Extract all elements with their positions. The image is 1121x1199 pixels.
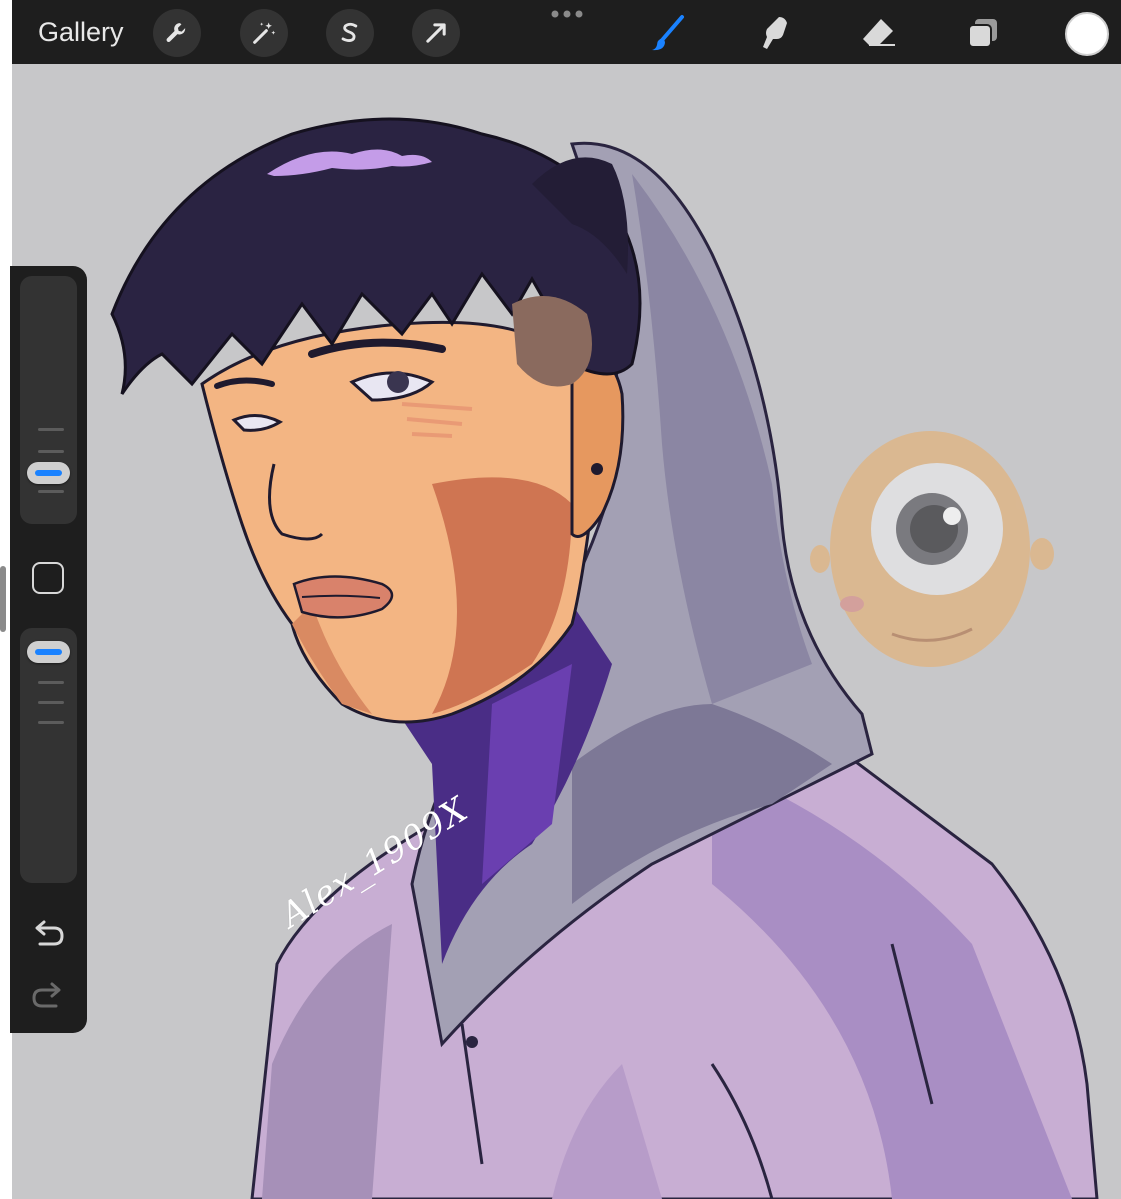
layers-icon xyxy=(968,19,997,48)
eraser-icon xyxy=(863,19,895,46)
layers-button[interactable] xyxy=(962,12,1004,54)
slider-tick xyxy=(38,490,64,493)
transform-button[interactable] xyxy=(412,9,460,57)
slider-tick xyxy=(38,701,64,704)
brush-icon xyxy=(652,15,684,51)
brush-tool-button[interactable] xyxy=(648,12,690,54)
undo-icon[interactable] xyxy=(30,918,66,950)
brush-size-slider[interactable] xyxy=(20,276,77,524)
left-sidebar xyxy=(10,266,87,1033)
top-toolbar: Gallery xyxy=(12,0,1121,64)
modify-square-button[interactable] xyxy=(32,562,64,594)
opacity-thumb[interactable] xyxy=(27,641,70,663)
gallery-button[interactable]: Gallery xyxy=(38,16,124,48)
selection-button[interactable] xyxy=(326,9,374,57)
drawing-canvas[interactable]: Alex_1909X xyxy=(12,64,1121,1199)
more-options-icon[interactable] xyxy=(550,8,584,20)
adjustments-button[interactable] xyxy=(240,9,288,57)
transform-arrow-icon xyxy=(426,23,446,43)
artwork-illustration xyxy=(110,117,1099,1199)
sidebar-drag-handle[interactable] xyxy=(0,566,6,632)
smudge-icon xyxy=(763,17,787,49)
opacity-slider[interactable] xyxy=(20,628,77,883)
eraser-tool-button[interactable] xyxy=(858,12,900,54)
brush-size-thumb[interactable] xyxy=(27,462,70,484)
redo-icon[interactable] xyxy=(30,980,66,1012)
background-creature xyxy=(810,431,1054,667)
smudge-tool-button[interactable] xyxy=(754,12,796,54)
slider-tick xyxy=(38,428,64,431)
slider-tick xyxy=(38,721,64,724)
magic-wand-icon xyxy=(253,22,276,44)
actions-button[interactable] xyxy=(153,9,201,57)
slider-tick xyxy=(38,681,64,684)
selection-icon xyxy=(341,22,358,42)
wrench-icon xyxy=(166,23,186,42)
color-picker-button[interactable] xyxy=(1065,12,1109,56)
slider-tick xyxy=(38,450,64,453)
